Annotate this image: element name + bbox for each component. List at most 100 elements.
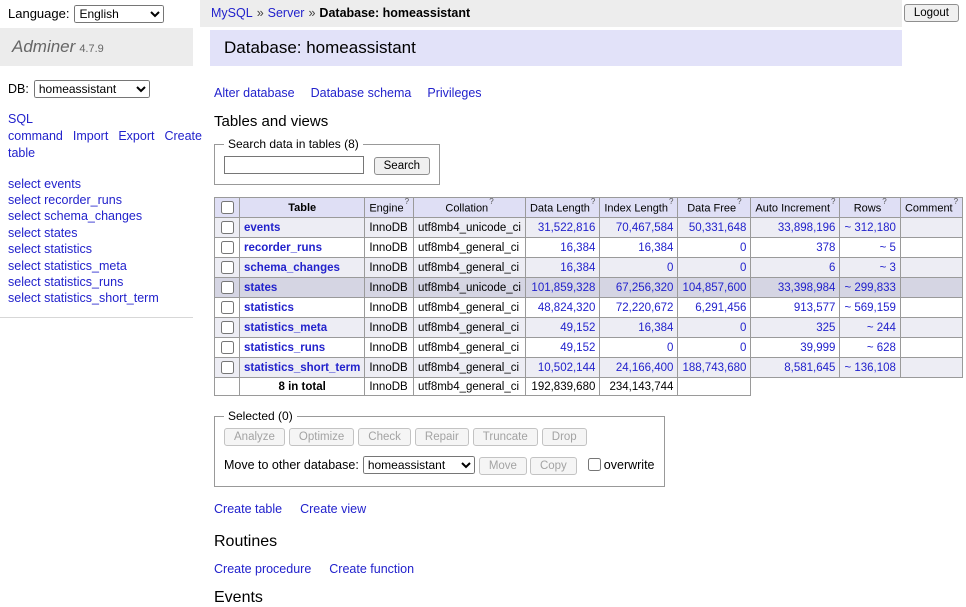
data-free-link[interactable]: 0 [740,322,746,334]
row-checkbox[interactable] [221,281,234,294]
sidebar-item-select-statistics-short-term[interactable]: select statistics_short_term [8,290,193,306]
help-link[interactable]: ? [882,198,886,207]
breadcrumb-link-server[interactable]: Server [268,6,305,20]
index-length-link[interactable]: 72,220,672 [616,302,674,314]
index-length-link[interactable]: 16,384 [638,322,673,334]
table-link-states[interactable]: states [244,282,277,294]
sidebar-link-import[interactable]: Import [73,129,108,143]
auto-increment-link[interactable]: 378 [816,242,835,254]
table-link-events[interactable]: events [244,222,280,234]
auto-increment-link[interactable]: 8,581,645 [784,362,835,374]
data-free-link[interactable]: 0 [740,262,746,274]
help-link[interactable]: ? [737,198,741,207]
rows-count-link[interactable]: ~ 3 [880,262,896,274]
select-all-checkbox[interactable] [221,201,234,214]
rows-count-link[interactable]: ~ 244 [867,322,896,334]
index-length-link[interactable]: 70,467,584 [616,222,674,234]
optimize-button[interactable]: Optimize [289,428,354,446]
row-checkbox[interactable] [221,221,234,234]
sidebar-item-select-states[interactable]: select states [8,225,193,241]
sidebar-item-select-recorder-runs[interactable]: select recorder_runs [8,192,193,208]
data-length-link[interactable]: 49,152 [560,322,595,334]
help-link[interactable]: ? [591,198,595,207]
sidebar-item-select-schema-changes[interactable]: select schema_changes [8,208,193,224]
row-checkbox[interactable] [221,341,234,354]
overwrite-checkbox[interactable] [588,458,601,471]
data-free-link[interactable]: 0 [740,342,746,354]
search-input[interactable] [224,156,364,174]
index-length-link[interactable]: 0 [667,342,673,354]
sidebar-item-select-events[interactable]: select events [8,176,193,192]
search-button[interactable]: Search [374,157,430,175]
row-checkbox[interactable] [221,361,234,374]
data-free-link[interactable]: 6,291,456 [695,302,746,314]
data-length-link[interactable]: 101,859,328 [531,282,595,294]
sidebar-link-sql-command[interactable]: SQL command [8,112,63,143]
table-link-recorder-runs[interactable]: recorder_runs [244,242,322,254]
repair-button[interactable]: Repair [415,428,469,446]
rows-count-link[interactable]: ~ 5 [880,242,896,254]
auto-increment-link[interactable]: 33,398,984 [778,282,836,294]
help-link[interactable]: ? [489,198,493,207]
link-create-procedure[interactable]: Create procedure [214,562,311,576]
rows-count-link[interactable]: ~ 569,159 [844,302,895,314]
row-checkbox[interactable] [221,261,234,274]
truncate-button[interactable]: Truncate [473,428,538,446]
data-free-link[interactable]: 50,331,648 [689,222,747,234]
db-select[interactable]: homeassistant [34,80,150,98]
action-link-alter-database[interactable]: Alter database [214,86,295,100]
sidebar-item-select-statistics-meta[interactable]: select statistics_meta [8,258,193,274]
table-link-statistics-short-term[interactable]: statistics_short_term [244,362,360,374]
data-free-link[interactable]: 0 [740,242,746,254]
action-link-database-schema[interactable]: Database schema [311,86,412,100]
sidebar-item-select-statistics-runs[interactable]: select statistics_runs [8,274,193,290]
rows-count-link[interactable]: ~ 628 [867,342,896,354]
logout-button[interactable]: Logout [904,4,959,22]
analyze-button[interactable]: Analyze [224,428,285,446]
index-length-link[interactable]: 67,256,320 [616,282,674,294]
move-button[interactable]: Move [479,457,527,475]
table-link-statistics-runs[interactable]: statistics_runs [244,342,325,354]
version-link[interactable]: 4.7.9 [79,43,103,55]
copy-button[interactable]: Copy [530,457,577,475]
data-length-link[interactable]: 49,152 [560,342,595,354]
auto-increment-link[interactable]: 325 [816,322,835,334]
data-length-link[interactable]: 16,384 [560,262,595,274]
row-checkbox[interactable] [221,241,234,254]
auto-increment-link[interactable]: 6 [829,262,835,274]
sidebar-link-export[interactable]: Export [118,129,154,143]
index-length-link[interactable]: 0 [667,262,673,274]
auto-increment-link[interactable]: 33,898,196 [778,222,836,234]
row-checkbox[interactable] [221,301,234,314]
data-free-link[interactable]: 104,857,600 [682,282,746,294]
table-link-statistics[interactable]: statistics [244,302,294,314]
help-link[interactable]: ? [954,198,958,207]
index-length-link[interactable]: 16,384 [638,242,673,254]
data-length-link[interactable]: 48,824,320 [538,302,596,314]
help-link[interactable]: ? [405,198,409,207]
data-length-link[interactable]: 31,522,816 [538,222,596,234]
rows-count-link[interactable]: ~ 136,108 [844,362,895,374]
table-link-statistics-meta[interactable]: statistics_meta [244,322,327,334]
rows-count-link[interactable]: ~ 299,833 [844,282,895,294]
row-checkbox[interactable] [221,321,234,334]
language-select[interactable]: English [74,5,164,23]
auto-increment-link[interactable]: 39,999 [800,342,835,354]
auto-increment-link[interactable]: 913,577 [794,302,836,314]
action-link-privileges[interactable]: Privileges [427,86,481,100]
data-free-link[interactable]: 188,743,680 [682,362,746,374]
link-create-view[interactable]: Create view [300,502,366,516]
help-link[interactable]: ? [669,198,673,207]
move-db-select[interactable]: homeassistant [363,456,475,474]
rows-count-link[interactable]: ~ 312,180 [844,222,895,234]
breadcrumb-link-mysql[interactable]: MySQL [211,6,253,20]
data-length-link[interactable]: 16,384 [560,242,595,254]
link-create-function[interactable]: Create function [329,562,414,576]
table-link-schema-changes[interactable]: schema_changes [244,262,340,274]
check-button[interactable]: Check [358,428,411,446]
data-length-link[interactable]: 10,502,144 [538,362,596,374]
sidebar-item-select-statistics[interactable]: select statistics [8,241,193,257]
link-create-table[interactable]: Create table [214,502,282,516]
help-link[interactable]: ? [831,198,835,207]
drop-button[interactable]: Drop [542,428,587,446]
